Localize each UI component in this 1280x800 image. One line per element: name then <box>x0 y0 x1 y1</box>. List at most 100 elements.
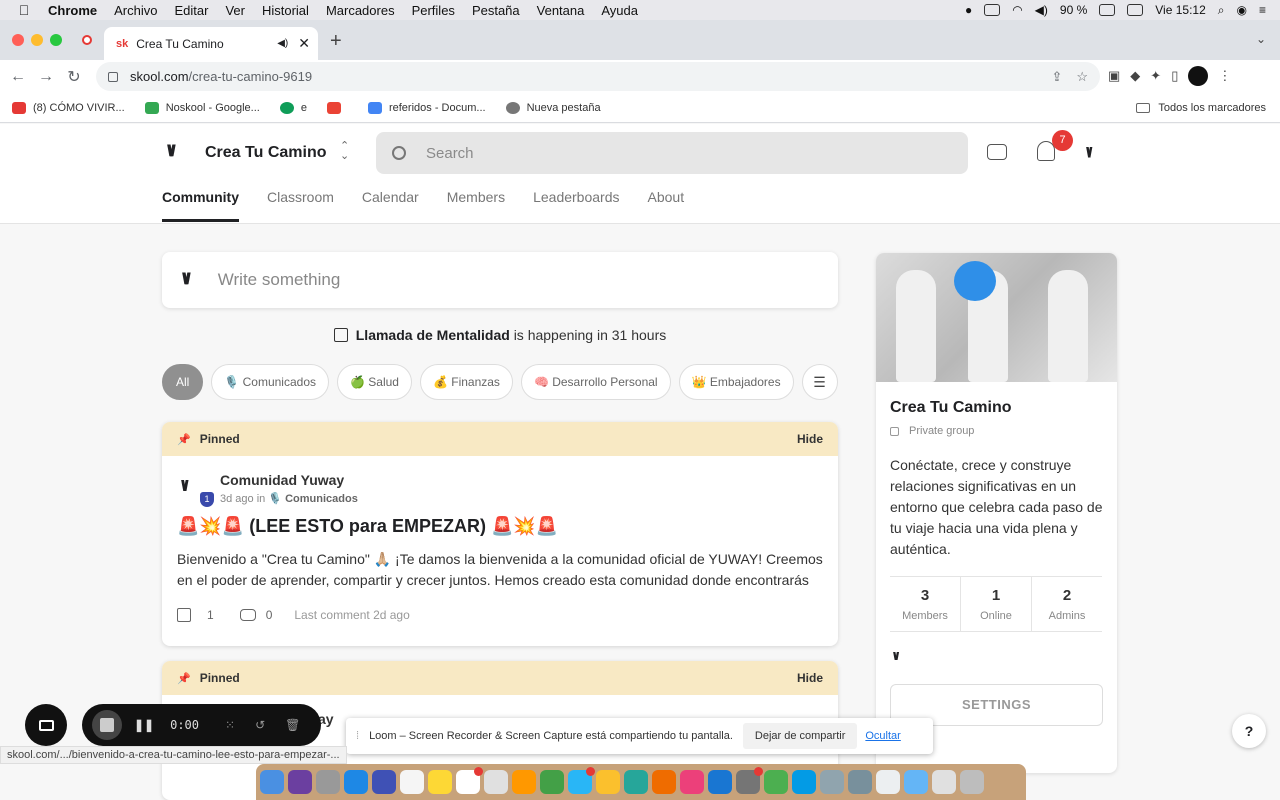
help-button[interactable]: ? <box>1232 714 1266 748</box>
author-name[interactable]: Comunidad Yuway <box>220 472 344 488</box>
documents-icon[interactable] <box>932 770 956 794</box>
maximize-window-button[interactable] <box>50 34 62 46</box>
keynote-icon[interactable] <box>652 770 676 794</box>
bookmark-star-icon[interactable]: ☆ <box>1076 69 1088 85</box>
loom-draw-icon[interactable]: ⁙ <box>225 718 235 732</box>
launchpad-icon[interactable] <box>316 770 340 794</box>
control-center-icon[interactable]: ≡ <box>1259 3 1266 17</box>
freeform-icon[interactable] <box>484 770 508 794</box>
category-chip-all[interactable]: All <box>162 364 204 400</box>
menu-marcadores[interactable]: Marcadores <box>326 3 395 18</box>
menu-ver[interactable]: Ver <box>225 3 245 18</box>
microphone-icon[interactable]: ● <box>965 3 972 17</box>
hide-share-bar-link[interactable]: Ocultar <box>865 730 900 742</box>
numbers-icon[interactable] <box>624 770 648 794</box>
close-window-button[interactable] <box>12 34 24 46</box>
filter-sliders-icon[interactable]: ☰ <box>801 364 838 400</box>
bookmark-item[interactable]: Nueva pestaña <box>505 101 601 114</box>
user-avatar[interactable]: \\// <box>1086 144 1092 160</box>
bookmark-item[interactable]: Noskool - Google... <box>144 101 260 114</box>
calendar-app-icon[interactable] <box>400 770 424 794</box>
screen-mirroring-icon[interactable] <box>984 4 1001 16</box>
address-bar[interactable]: skool.com/crea-tu-camino-9619 ⇪ ☆ <box>96 62 1100 91</box>
restart-icon[interactable]: ↺ <box>255 718 265 732</box>
app-icon[interactable] <box>820 770 844 794</box>
bookmark-item[interactable]: (8) CÓMO VIVIR... <box>12 101 125 114</box>
post-category[interactable]: 🎙️ Comunicados <box>268 493 357 505</box>
stop-sharing-button[interactable]: Dejar de compartir <box>742 723 858 749</box>
comment-icon[interactable] <box>239 609 256 621</box>
menu-ventana[interactable]: Ventana <box>537 3 585 18</box>
screenshot-icon[interactable] <box>372 770 396 794</box>
community-logo-icon[interactable]: \\// <box>167 143 176 161</box>
hide-button[interactable]: Hide <box>797 432 823 446</box>
metamask-icon[interactable]: ◆ <box>1130 68 1140 84</box>
menu-chrome[interactable]: Chrome <box>48 3 97 18</box>
tab-calendar[interactable]: Calendar <box>362 189 419 222</box>
clock[interactable]: Vie 15:12 <box>1155 3 1206 17</box>
siri-icon[interactable] <box>288 770 312 794</box>
back-icon[interactable]: ← <box>4 68 32 86</box>
notes-icon[interactable] <box>428 770 452 794</box>
app-store-icon[interactable] <box>708 770 732 794</box>
share-icon[interactable]: ⇪ <box>1051 69 1062 85</box>
music-icon[interactable] <box>680 770 704 794</box>
finder-icon[interactable] <box>260 770 284 794</box>
spotlight-icon[interactable]: ⌕ <box>1218 3 1225 18</box>
volume-icon[interactable]: ◀) <box>1035 3 1048 17</box>
bookmark-item[interactable] <box>326 101 348 114</box>
post-title[interactable]: 🚨💥🚨 (LEE ESTO para EMPEZAR) 🚨💥🚨 <box>177 516 558 537</box>
post-card[interactable]: 📌 Pinned Hide \\// 1 Comunidad Yuway 3d … <box>162 422 838 646</box>
trash-icon[interactable] <box>960 770 984 794</box>
lock-icon[interactable] <box>108 71 118 82</box>
side-panel-icon[interactable]: ▯ <box>1171 68 1178 84</box>
close-tab-icon[interactable]: ✕ <box>298 35 310 52</box>
stat-members[interactable]: 3 Members <box>890 577 961 631</box>
loom-camera-button[interactable] <box>25 704 67 746</box>
reminders-icon[interactable] <box>456 767 483 794</box>
hide-button[interactable]: Hide <box>797 671 823 685</box>
browser-tab[interactable]: sk Crea Tu Camino ◀) ✕ <box>104 27 318 60</box>
category-chip-finanzas[interactable]: 💰 Finanzas <box>419 364 513 400</box>
pause-icon[interactable]: ❚❚ <box>134 718 154 732</box>
tab-about[interactable]: About <box>648 189 685 222</box>
tab-leaderboards[interactable]: Leaderboards <box>533 189 619 222</box>
messages-icon[interactable] <box>568 767 595 794</box>
community-switcher-icon[interactable]: ⌃ ⌄ <box>340 141 349 162</box>
minimize-window-button[interactable] <box>31 34 43 46</box>
menu-historial[interactable]: Historial <box>262 3 309 18</box>
extension-icon[interactable]: ▣ <box>1108 68 1120 84</box>
event-banner[interactable]: Llamada de Mentalidad is happening in 31… <box>162 327 838 343</box>
menu-archivo[interactable]: Archivo <box>114 3 157 18</box>
trash-icon[interactable]: 🗑 <box>285 718 300 732</box>
search-input[interactable]: Search <box>376 132 968 174</box>
bookmark-item[interactable]: e <box>279 101 307 114</box>
community-name[interactable]: Crea Tu Camino <box>205 144 327 162</box>
zoom-icon[interactable] <box>792 770 816 794</box>
post-body[interactable]: Bienvenido a "Crea tu Camino" 🙏🏼 ¡Te dam… <box>177 549 827 591</box>
folder-icon[interactable] <box>876 770 900 794</box>
kebab-menu-icon[interactable]: ⋮ <box>1218 68 1231 84</box>
bookmark-item[interactable]: referidos - Docum... <box>367 101 486 114</box>
loom-stop-button[interactable] <box>92 710 122 740</box>
new-tab-button[interactable]: + <box>330 30 342 53</box>
tab-search-icon[interactable]: ⌄ <box>1256 32 1266 46</box>
battery-icon[interactable] <box>1099 4 1116 16</box>
photos-icon[interactable] <box>512 770 536 794</box>
chat-icon[interactable] <box>987 144 1007 160</box>
event-name[interactable]: Llamada de Mentalidad <box>356 327 510 343</box>
all-bookmarks[interactable]: Todos los marcadores <box>1136 102 1266 114</box>
wifi-icon[interactable]: ◠ <box>1012 3 1022 17</box>
puzzle-icon[interactable]: ✦ <box>1150 68 1161 84</box>
preview-icon[interactable] <box>848 770 872 794</box>
pages-icon[interactable] <box>596 770 620 794</box>
tab-classroom[interactable]: Classroom <box>267 189 334 222</box>
menu-ayuda[interactable]: Ayuda <box>601 3 638 18</box>
tab-community[interactable]: Community <box>162 189 239 222</box>
safari-icon[interactable] <box>344 770 368 794</box>
apple-icon[interactable]:  <box>0 2 48 18</box>
stat-online[interactable]: 1 Online <box>961 577 1032 631</box>
siri-icon[interactable]: ◉ <box>1237 3 1247 17</box>
stat-admins[interactable]: 2 Admins <box>1032 577 1102 631</box>
category-chip-comunicados[interactable]: 🎙️ Comunicados <box>211 364 329 400</box>
